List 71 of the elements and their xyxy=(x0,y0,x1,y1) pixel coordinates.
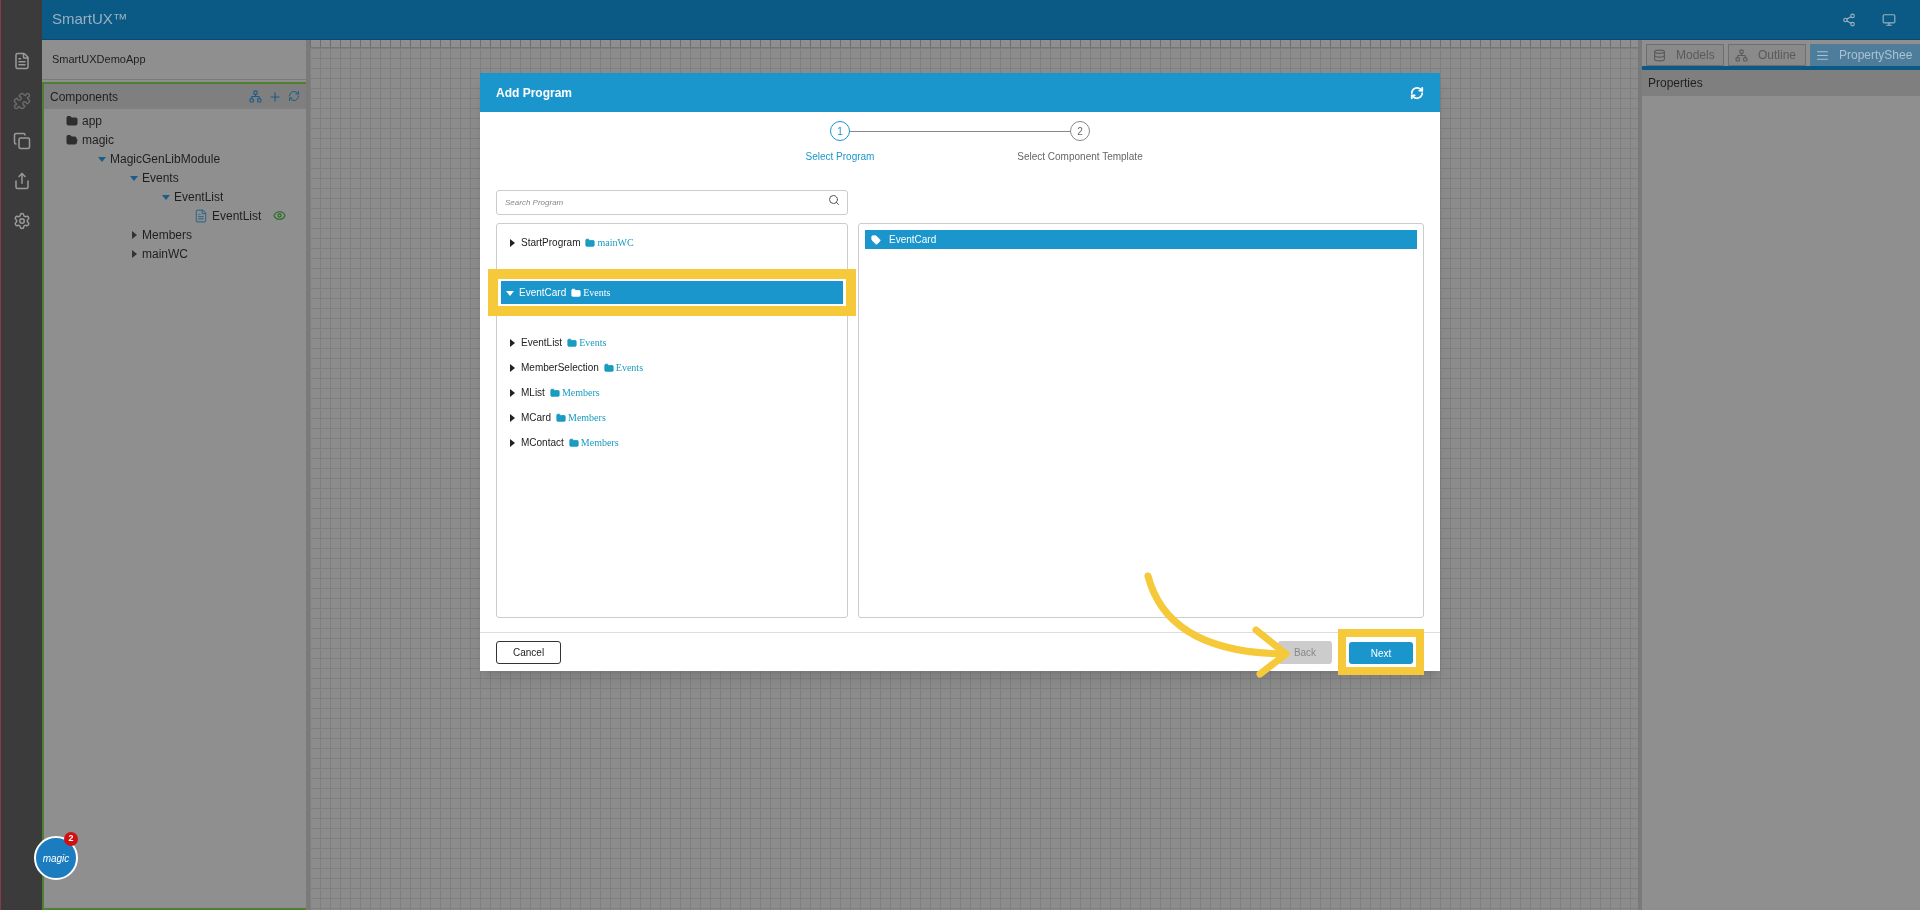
panel-title: Components xyxy=(50,88,119,106)
program-name: MCard xyxy=(521,411,551,425)
program-name: MemberSelection xyxy=(521,361,599,375)
tree-item[interactable]: Events xyxy=(142,168,179,187)
folder-name: Members xyxy=(561,386,600,400)
tree-item[interactable]: EventList xyxy=(174,187,224,206)
folder-icon xyxy=(556,412,566,423)
tree-item[interactable]: magic xyxy=(82,130,114,149)
tab-icon xyxy=(1735,48,1748,62)
share-icon[interactable] xyxy=(1842,12,1856,27)
tab-icon xyxy=(1816,48,1829,62)
logo-text: magic xyxy=(42,851,70,866)
tree-item[interactable]: mainWC xyxy=(142,244,188,263)
caret-icon[interactable] xyxy=(508,413,516,422)
tree-item[interactable]: EventList xyxy=(212,206,262,225)
program-name: EventCard xyxy=(519,286,567,300)
program-item[interactable]: MList Members xyxy=(503,381,841,404)
template-item[interactable]: EventCard xyxy=(865,230,1417,249)
folder-icon xyxy=(603,362,614,373)
caret-icon[interactable] xyxy=(508,388,516,397)
settings-icon[interactable] xyxy=(12,212,31,230)
search-icon[interactable] xyxy=(828,194,840,206)
folder-name: mainWC xyxy=(597,236,634,250)
program-item[interactable]: StartProgram mainWC xyxy=(503,231,841,254)
step-label: Select Program xyxy=(805,150,875,164)
share-icon[interactable] xyxy=(12,172,31,190)
document-icon xyxy=(194,208,208,223)
caret-icon[interactable] xyxy=(508,438,516,447)
cancel-button[interactable]: Cancel xyxy=(496,640,562,664)
caret-icon[interactable] xyxy=(508,363,516,372)
template-name: EventCard xyxy=(889,233,937,247)
folder-name: Events xyxy=(615,361,644,375)
monitor-icon[interactable] xyxy=(1882,12,1896,27)
folder-name: Members xyxy=(580,436,619,450)
caret-icon[interactable] xyxy=(508,238,516,247)
folder-icon xyxy=(568,437,579,448)
caret-icon[interactable] xyxy=(508,338,516,347)
copy-icon[interactable] xyxy=(12,132,31,150)
search-field[interactable]: Search Program xyxy=(496,190,848,215)
next-button[interactable]: Next xyxy=(1349,642,1413,665)
dialog-title: Add Program xyxy=(496,84,572,102)
tag-icon xyxy=(871,234,881,245)
program-item[interactable]: EventList Events xyxy=(503,331,841,354)
refresh-icon[interactable] xyxy=(1410,85,1424,100)
app-title: SmartUX™ xyxy=(52,9,128,30)
project-name: SmartUXDemoApp xyxy=(52,52,146,68)
program-item[interactable]: MContact Members xyxy=(503,431,841,454)
puzzle-icon[interactable] xyxy=(12,92,31,110)
tree-item[interactable]: Members xyxy=(142,225,192,244)
folder-icon xyxy=(567,337,578,348)
step-number[interactable]: 2 xyxy=(1070,121,1090,141)
section-title: Properties xyxy=(1648,75,1703,92)
folder-name: Events xyxy=(579,336,607,350)
program-name: StartProgram xyxy=(521,236,581,250)
step-label: Select Component Template xyxy=(1017,150,1143,164)
folder-icon xyxy=(585,237,596,248)
tab-icon xyxy=(1653,48,1666,62)
document-icon[interactable] xyxy=(12,52,31,70)
tree-item[interactable]: app xyxy=(82,111,103,130)
program-name: EventList xyxy=(521,336,563,350)
folder-icon xyxy=(571,287,582,298)
folder-icon xyxy=(549,387,560,398)
folder-name: Members xyxy=(568,411,606,425)
program-item[interactable]: MCard Members xyxy=(503,406,841,429)
tree-item[interactable]: MagicGenLibModule xyxy=(110,149,221,168)
program-name: MList xyxy=(521,386,545,400)
program-name: MContact xyxy=(521,436,564,450)
program-item[interactable]: EventCard Events xyxy=(501,281,843,304)
program-item[interactable]: MemberSelection Events xyxy=(503,356,841,379)
step-number[interactable]: 1 xyxy=(830,121,850,141)
folder-name: Events xyxy=(583,286,611,300)
